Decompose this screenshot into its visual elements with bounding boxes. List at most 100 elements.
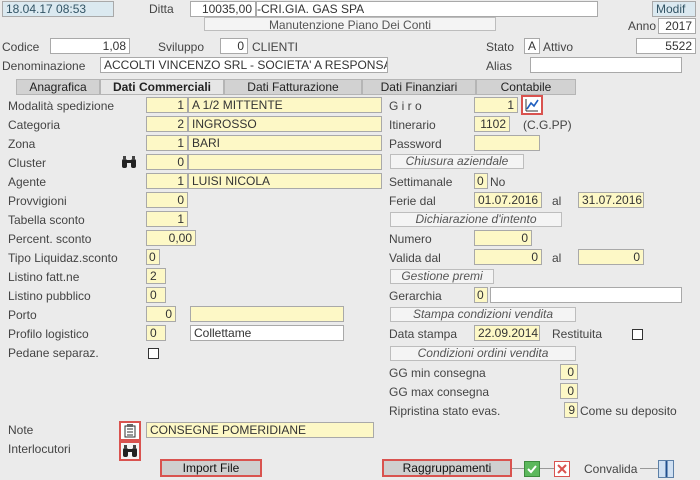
cancel-x-icon[interactable] xyxy=(554,461,570,477)
gg-min-field[interactable]: 0 xyxy=(560,364,578,380)
intento-section-title: Dichiarazione d'intento xyxy=(390,212,562,227)
settimanale-field[interactable]: 0 xyxy=(474,173,488,189)
modalita-code-field[interactable]: 1 xyxy=(146,97,188,113)
data-stampa-field[interactable]: 22.09.2014 xyxy=(474,325,540,341)
ditta-name-field[interactable]: -CRI.GIA. GAS SPA xyxy=(256,1,598,17)
categoria-label: Categoria xyxy=(8,118,61,132)
ripristina-field[interactable]: 9 xyxy=(564,402,578,418)
tab-dati-commerciali[interactable]: Dati Commerciali xyxy=(100,79,224,95)
confirm-check-icon[interactable] xyxy=(524,461,540,477)
settimanale-label: Settimanale xyxy=(389,175,453,189)
sviluppo-desc: CLIENTI xyxy=(252,40,299,54)
datetime-field: 18.04.17 08:53 xyxy=(2,1,114,17)
ditta-code-field[interactable]: 10035,00 xyxy=(190,1,256,17)
stato-desc: Attivo xyxy=(543,40,574,54)
convalida-label: Convalida xyxy=(584,462,638,476)
pedane-checkbox[interactable] xyxy=(148,348,159,359)
agente-code-field[interactable]: 1 xyxy=(146,173,188,189)
modalita-desc-field[interactable]: A 1/2 MITTENTE xyxy=(188,97,382,113)
numero-label: Numero xyxy=(389,232,432,246)
ripristina-label: Ripristina stato evas. xyxy=(389,404,501,418)
tab-dati-fatturazione[interactable]: Dati Fatturazione xyxy=(224,79,362,95)
agente-desc-field[interactable]: LUISI NICOLA xyxy=(188,173,382,189)
profilo-desc-field[interactable]: Collettame xyxy=(190,325,344,341)
settimanale-desc: No xyxy=(490,175,506,189)
binoculars-icon[interactable] xyxy=(120,154,138,170)
restituita-label: Restituita xyxy=(552,327,603,341)
stato-number-field[interactable]: 5522 xyxy=(636,38,696,54)
pedane-label: Pedane separaz. xyxy=(8,346,99,360)
ditta-label: Ditta xyxy=(149,2,174,16)
ripristina-desc: Come su deposito xyxy=(580,404,677,418)
itinerario-field[interactable]: 1102 xyxy=(474,116,510,132)
chiusura-section-title: Chiusura aziendale xyxy=(390,154,524,169)
codice-field[interactable]: 1,08 xyxy=(50,38,130,54)
convalida-toggle[interactable] xyxy=(658,460,674,478)
profilo-code-field[interactable]: 0 xyxy=(146,325,166,341)
gerarchia-field[interactable]: 0 xyxy=(474,287,488,303)
ferie-dal-field[interactable]: 01.07.2016 xyxy=(474,192,542,208)
codice-label: Codice xyxy=(2,40,40,54)
provvigioni-label: Provvigioni xyxy=(8,194,67,208)
gerarchia-label: Gerarchia xyxy=(389,289,442,303)
import-file-button[interactable]: Import File xyxy=(160,459,262,477)
notepad-icon[interactable] xyxy=(119,421,141,441)
tab-anagrafica[interactable]: Anagrafica xyxy=(16,79,100,95)
sviluppo-field[interactable]: 0 xyxy=(220,38,248,54)
interlocutori-label: Interlocutori xyxy=(8,442,71,456)
zona-code-field[interactable]: 1 xyxy=(146,135,188,151)
cluster-label: Cluster xyxy=(8,156,47,170)
tabella-sconto-field[interactable]: 1 xyxy=(146,211,188,227)
chart-icon[interactable] xyxy=(521,95,543,115)
listino-pubblico-label: Listino pubblico xyxy=(8,289,91,303)
ordini-section-title: Condizioni ordini vendita xyxy=(390,346,576,361)
stato-label: Stato xyxy=(486,40,515,54)
denominazione-field[interactable]: ACCOLTI VINCENZO SRL - SOCIETA' A RESPON… xyxy=(100,57,388,73)
cluster-code-field[interactable]: 0 xyxy=(146,154,188,170)
numero-field[interactable]: 0 xyxy=(474,230,532,246)
stato-field[interactable]: A xyxy=(524,38,540,54)
zona-desc-field[interactable]: BARI xyxy=(188,135,382,151)
tipo-liquidaz-label: Tipo Liquidaz.sconto xyxy=(8,251,118,265)
footer-divider xyxy=(512,468,524,469)
gerarchia-desc-field[interactable] xyxy=(490,287,682,303)
porto-desc-field[interactable] xyxy=(190,306,344,322)
listino-pubblico-field[interactable]: 0 xyxy=(146,287,166,303)
restituita-checkbox[interactable] xyxy=(632,329,643,340)
giro-field[interactable]: 1 xyxy=(474,97,518,113)
password-label: Password xyxy=(389,137,442,151)
password-field[interactable] xyxy=(474,135,540,151)
ferie-al-field[interactable]: 31.07.2016 xyxy=(578,192,644,208)
tipo-liquidaz-field[interactable]: 0 xyxy=(146,249,160,265)
categoria-code-field[interactable]: 2 xyxy=(146,116,188,132)
valida-al-field[interactable]: 0 xyxy=(578,249,644,265)
gg-max-field[interactable]: 0 xyxy=(560,383,578,399)
valida-al-label: al xyxy=(552,251,562,265)
interlocutori-binoculars-icon[interactable] xyxy=(119,441,141,461)
tab-contabile[interactable]: Contabile xyxy=(476,79,576,95)
ferie-al-label: al xyxy=(552,194,562,208)
zona-label: Zona xyxy=(8,137,36,151)
valida-dal-label: Valida dal xyxy=(389,251,441,265)
note-field[interactable]: CONSEGNE POMERIDIANE xyxy=(146,422,374,438)
cluster-desc-field[interactable] xyxy=(188,154,382,170)
premi-section-title: Gestione premi xyxy=(390,269,494,284)
agente-label: Agente xyxy=(8,175,47,189)
percent-sconto-field[interactable]: 0,00 xyxy=(146,230,196,246)
anno-field[interactable]: 2017 xyxy=(658,18,696,34)
itinerario-desc: (C.G.PP) xyxy=(523,118,572,132)
valida-dal-field[interactable]: 0 xyxy=(474,249,542,265)
raggruppamenti-button[interactable]: Raggruppamenti xyxy=(382,459,512,477)
porto-code-field[interactable]: 0 xyxy=(146,306,176,322)
provvigioni-field[interactable]: 0 xyxy=(146,192,188,208)
tabella-sconto-label: Tabella sconto xyxy=(8,213,85,227)
alias-field[interactable] xyxy=(530,57,682,73)
porto-label: Porto xyxy=(8,308,37,322)
page-title: Manutenzione Piano Dei Conti xyxy=(204,17,496,32)
tab-dati-finanziari[interactable]: Dati Finanziari xyxy=(362,79,476,95)
ferie-dal-label: Ferie dal xyxy=(389,194,436,208)
gg-max-label: GG max consegna xyxy=(389,385,490,399)
listino-fatt-field[interactable]: 2 xyxy=(146,268,166,284)
categoria-desc-field[interactable]: INGROSSO xyxy=(188,116,382,132)
ditta-name-text: CRI.GIA. GAS SPA xyxy=(261,2,365,16)
